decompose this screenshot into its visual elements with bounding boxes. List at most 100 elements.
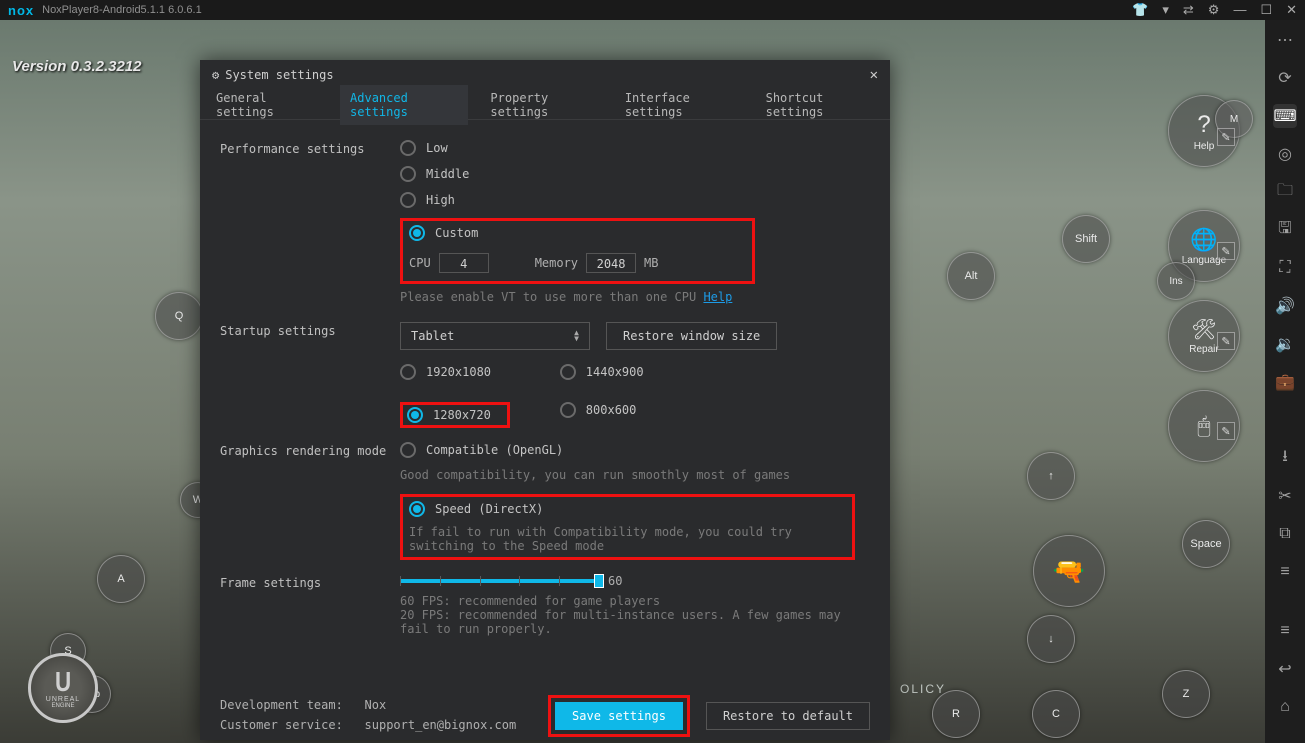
compat-hint: Good compatibility, you can run smoothly… <box>400 468 870 482</box>
restore-default-button[interactable]: Restore to default <box>706 702 870 730</box>
chevron-down-icon[interactable]: ▾ <box>1162 2 1169 18</box>
tab-advanced[interactable]: Advanced settings <box>340 85 468 125</box>
memory-input[interactable]: 2048 <box>586 253 636 273</box>
radio-low[interactable] <box>400 140 416 156</box>
dialog-title: System settings <box>225 68 333 82</box>
fps-slider[interactable] <box>400 579 600 583</box>
unreal-logo: U UNREAL ENGINE <box>28 653 98 723</box>
dialog-close-button[interactable]: ✕ <box>870 67 878 83</box>
fps-value: 60 <box>608 574 622 588</box>
memory-label: Memory <box>535 256 578 270</box>
tab-general[interactable]: General settings <box>212 85 322 125</box>
save-button[interactable]: Save settings <box>555 702 683 730</box>
cpu-input[interactable]: 4 <box>439 253 489 273</box>
briefcase-icon[interactable]: 💼 <box>1273 370 1297 394</box>
app-titlebar: nox NoxPlayer8-Android5.1.1 6.0.6.1 👕 ▾ … <box>0 0 1305 20</box>
more-icon[interactable]: ⋯ <box>1273 28 1297 52</box>
edit-repair-icon[interactable]: ✎ <box>1217 332 1235 350</box>
apk-icon[interactable]: �⵾ <box>1273 408 1297 432</box>
fps-hint-1: 60 FPS: recommended for game players <box>400 594 870 608</box>
back-icon[interactable]: ↩ <box>1273 657 1297 681</box>
key-a[interactable]: A <box>97 555 145 603</box>
radio-compat-label: Compatible (OpenGL) <box>426 443 563 457</box>
folder-icon[interactable]: 🗀 <box>1273 180 1297 204</box>
scissors-icon[interactable]: ✂ <box>1273 484 1297 508</box>
radio-middle[interactable] <box>400 166 416 182</box>
tab-interface[interactable]: Interface settings <box>621 85 744 125</box>
fullscreen-icon[interactable]: ⛶ <box>1273 256 1297 280</box>
maximize-icon[interactable]: ☐ <box>1260 2 1272 18</box>
download-icon[interactable]: ⭳ <box>1273 446 1297 470</box>
key-arrow-up[interactable]: ↑ <box>1027 452 1075 500</box>
chevron-updown-icon: ▲▼ <box>574 330 579 342</box>
key-q[interactable]: Q <box>155 292 203 340</box>
radio-middle-label: Middle <box>426 167 469 181</box>
radio-low-label: Low <box>426 141 448 155</box>
radio-1280[interactable] <box>407 407 423 423</box>
radio-1920-label: 1920x1080 <box>426 365 491 379</box>
key-arrow-down[interactable]: ↓ <box>1027 615 1075 663</box>
radio-800-label: 800x600 <box>586 403 637 417</box>
radio-1920[interactable] <box>400 364 416 380</box>
sync-icon[interactable]: ⇄ <box>1183 2 1194 18</box>
key-z[interactable]: Z <box>1162 670 1210 718</box>
vt-help-link[interactable]: Help <box>703 290 732 304</box>
recents-icon[interactable]: ≡ <box>1273 619 1297 643</box>
key-r[interactable]: R <box>932 690 980 738</box>
edit-help-icon[interactable]: ✎ <box>1217 128 1235 146</box>
multi-window-icon[interactable]: ⧉ <box>1273 522 1297 546</box>
gear-icon[interactable]: ⚙ <box>1208 2 1220 18</box>
volume-down-icon[interactable]: 🔉 <box>1273 332 1297 356</box>
rotate-icon[interactable]: ⟳ <box>1273 66 1297 90</box>
system-settings-dialog: System settings ✕ General settings Advan… <box>200 60 890 740</box>
service-value: support_en@bignox.com <box>365 718 517 732</box>
location-icon[interactable]: ◎ <box>1273 142 1297 166</box>
window-controls: 👕 ▾ ⇄ ⚙ — ☐ ✕ <box>1132 2 1297 18</box>
fps-hint-2: 20 FPS: recommended for multi-instance u… <box>400 608 870 636</box>
app-logo: nox <box>8 3 34 18</box>
edit-mouse-icon[interactable]: ✎ <box>1217 422 1235 440</box>
volume-up-icon[interactable]: 🔊 <box>1273 294 1297 318</box>
keyboard-icon[interactable]: ⌨ <box>1273 104 1297 128</box>
key-c[interactable]: C <box>1032 690 1080 738</box>
minimize-icon[interactable]: — <box>1233 2 1246 18</box>
device-select-value: Tablet <box>411 329 454 343</box>
tshirt-icon[interactable]: 👕 <box>1132 2 1148 18</box>
menu-icon[interactable]: ≡ <box>1273 560 1297 584</box>
device-select[interactable]: Tablet ▲▼ <box>400 322 590 350</box>
app-title: NoxPlayer8-Android5.1.1 6.0.6.1 <box>42 4 1132 16</box>
key-alt[interactable]: Alt <box>947 252 995 300</box>
performance-label: Performance settings <box>220 140 400 156</box>
memory-unit: MB <box>644 256 658 270</box>
frame-label: Frame settings <box>220 574 400 590</box>
restore-window-button[interactable]: Restore window size <box>606 322 777 350</box>
tab-shortcut[interactable]: Shortcut settings <box>762 85 878 125</box>
radio-1440[interactable] <box>560 364 576 380</box>
key-space[interactable]: Space <box>1182 520 1230 568</box>
graphics-label: Graphics rendering mode <box>220 442 400 458</box>
radio-800[interactable] <box>560 402 576 418</box>
startup-label: Startup settings <box>220 322 400 338</box>
emulator-viewport: Version 0.3.2.3212 Q W A S Tab U UNREAL … <box>0 20 1265 743</box>
right-sidebar: ⋯ ⟳ ⌨ ◎ 🗀 🖫 ⛶ 🔊 🔉 💼 �⵾ ⭳ ✂ ⧉ ≡ ≡ ↩ ⌂ <box>1265 20 1305 743</box>
close-icon[interactable]: ✕ <box>1286 2 1297 18</box>
key-shift[interactable]: Shift <box>1062 215 1110 263</box>
radio-high-label: High <box>426 193 455 207</box>
gun-action[interactable]: 🔫 <box>1033 535 1105 607</box>
radio-speed[interactable] <box>409 501 425 517</box>
vt-hint: Please enable VT to use more than one CP… <box>400 290 703 304</box>
tab-property[interactable]: Property settings <box>486 85 602 125</box>
radio-compat[interactable] <box>400 442 416 458</box>
radio-custom-label: Custom <box>435 226 478 240</box>
gear-icon <box>212 68 219 82</box>
key-ins[interactable]: Ins <box>1157 262 1195 300</box>
edit-lang-icon[interactable]: ✎ <box>1217 242 1235 260</box>
home-icon[interactable]: ⌂ <box>1273 695 1297 719</box>
radio-high[interactable] <box>400 192 416 208</box>
dialog-footer: Development team: Nox Customer service: … <box>200 690 890 740</box>
save-icon[interactable]: 🖫 <box>1273 218 1297 242</box>
team-value: Nox <box>365 698 387 712</box>
radio-1440-label: 1440x900 <box>586 365 644 379</box>
game-version: Version 0.3.2.3212 <box>12 58 142 75</box>
radio-custom[interactable] <box>409 225 425 241</box>
